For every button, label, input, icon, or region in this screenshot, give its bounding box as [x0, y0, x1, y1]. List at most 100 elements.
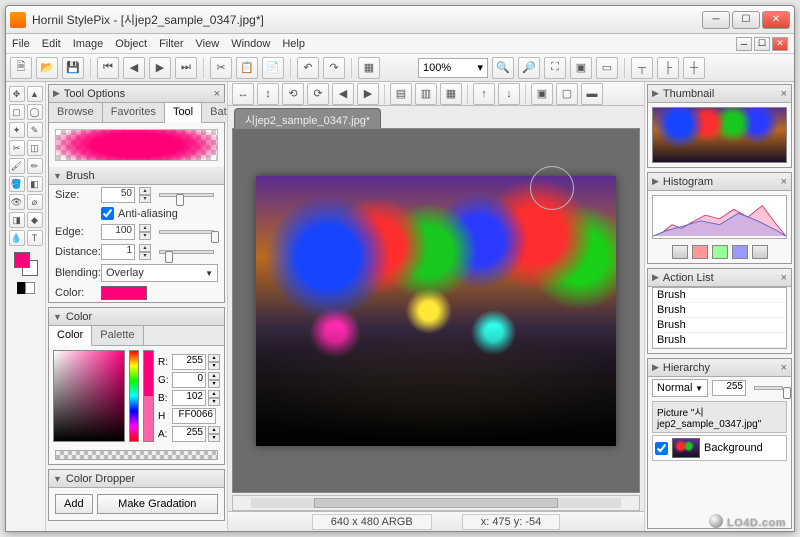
new-button[interactable]: 🗎	[10, 57, 32, 79]
tab-tool[interactable]: Tool	[165, 103, 202, 123]
channel-a-icon[interactable]	[752, 245, 768, 259]
move-tool-icon[interactable]: ✥	[9, 86, 25, 102]
lasso-tool-icon[interactable]: ◯	[27, 104, 43, 120]
rotate-cw-icon[interactable]: ⟳	[307, 83, 329, 105]
horizontal-scrollbar[interactable]	[232, 495, 640, 511]
anti-alias-checkbox[interactable]	[101, 207, 114, 220]
r-spinner[interactable]: ▴▾	[208, 354, 220, 370]
align-center-icon[interactable]: ▥	[415, 83, 437, 105]
channel-r-icon[interactable]	[692, 245, 708, 259]
b-spinner[interactable]: ▴▾	[208, 390, 220, 406]
histogram-close-icon[interactable]: ×	[781, 176, 787, 188]
tab-color[interactable]: Color	[49, 326, 92, 346]
list-item[interactable]: Brush	[653, 333, 786, 348]
guides-button[interactable]: ┼	[683, 57, 705, 79]
cut-button[interactable]: ✂	[210, 57, 232, 79]
size-spinner[interactable]: ▴▾	[139, 187, 151, 203]
menu-object[interactable]: Object	[115, 38, 147, 50]
nav-first-button[interactable]: ⏮	[97, 57, 119, 79]
channel-g-icon[interactable]	[712, 245, 728, 259]
merge-icon[interactable]: ▬	[581, 83, 603, 105]
size-input[interactable]: 50	[101, 187, 135, 203]
zoom-out-button[interactable]: 🔎	[518, 57, 540, 79]
current-color-swatch[interactable]	[143, 350, 154, 442]
list-item[interactable]: Brush	[653, 348, 786, 349]
color-field[interactable]	[53, 350, 125, 442]
mdi-restore-button[interactable]: ☐	[754, 37, 770, 51]
pen-tool-icon[interactable]: ✎	[27, 122, 43, 138]
default-colors-icon[interactable]	[17, 282, 35, 294]
make-gradation-button[interactable]: Make Gradation	[97, 494, 218, 514]
blending-dropdown[interactable]: Overlay▼	[101, 264, 218, 282]
pencil-tool-icon[interactable]: ✏	[27, 158, 43, 174]
color-swatch[interactable]	[14, 252, 38, 276]
minimize-button[interactable]: ─	[702, 11, 730, 29]
mdi-minimize-button[interactable]: ─	[736, 37, 752, 51]
undo-button[interactable]: ↶	[297, 57, 319, 79]
maximize-button[interactable]: ☐	[732, 11, 760, 29]
distance-spinner[interactable]: ▴▾	[139, 244, 151, 260]
ruler-v-button[interactable]: ├	[657, 57, 679, 79]
actual-size-button[interactable]: ▣	[570, 57, 592, 79]
layer-visible-checkbox[interactable]	[655, 442, 668, 455]
edge-slider[interactable]	[159, 230, 214, 234]
wand-tool-icon[interactable]: ✦	[9, 122, 25, 138]
document-tab[interactable]: 시jep2_sample_0347.jpg*	[234, 108, 381, 128]
add-button[interactable]: Add	[55, 494, 93, 514]
blend-mode-dropdown[interactable]: Normal▼	[652, 379, 708, 397]
channel-b-icon[interactable]	[732, 245, 748, 259]
brush-color-chip[interactable]	[101, 286, 147, 300]
list-item[interactable]: Brush	[653, 288, 786, 303]
size-slider[interactable]	[159, 193, 214, 197]
edge-input[interactable]: 100	[101, 224, 135, 240]
fill-tool-icon[interactable]: 🪣	[9, 176, 25, 192]
layer-down-icon[interactable]: ↓	[498, 83, 520, 105]
zoom-dropdown[interactable]: 100%▾	[418, 58, 488, 78]
menu-filter[interactable]: Filter	[159, 38, 183, 50]
list-item[interactable]: Brush	[653, 303, 786, 318]
channel-rgb-icon[interactable]	[672, 245, 688, 259]
hue-slider[interactable]	[129, 350, 139, 442]
edge-spinner[interactable]: ▴▾	[139, 224, 151, 240]
dropper-tool-icon[interactable]: 💧	[9, 230, 25, 246]
redo-button[interactable]: ↷	[323, 57, 345, 79]
clone-tool-icon[interactable]: ⌀	[27, 194, 43, 210]
fit-button[interactable]: ⛶	[544, 57, 566, 79]
marquee-tool-icon[interactable]: ▢	[9, 104, 25, 120]
rotate-left-icon[interactable]: ◀	[332, 83, 354, 105]
flip-h-icon[interactable]: ↔	[232, 83, 254, 105]
canvas-viewport[interactable]	[232, 128, 640, 493]
pointer-tool-icon[interactable]: ▲	[27, 86, 43, 102]
distance-slider[interactable]	[159, 250, 214, 254]
nav-last-button[interactable]: ⏭	[175, 57, 197, 79]
distance-input[interactable]: 1	[101, 244, 135, 260]
menu-help[interactable]: Help	[282, 38, 305, 50]
align-left-icon[interactable]: ▤	[390, 83, 412, 105]
r-input[interactable]: 255	[172, 354, 206, 370]
menu-view[interactable]: View	[196, 38, 220, 50]
align-right-icon[interactable]: ▦	[440, 83, 462, 105]
save-button[interactable]: 💾	[62, 57, 84, 79]
b-input[interactable]: 102	[172, 390, 206, 406]
opacity-input[interactable]: 255	[712, 380, 746, 396]
g-spinner[interactable]: ▴▾	[208, 372, 220, 388]
text-tool-icon[interactable]: T	[27, 230, 43, 246]
mdi-close-button[interactable]: ✕	[772, 37, 788, 51]
transform-tool-icon[interactable]: ◫	[27, 140, 43, 156]
nav-next-button[interactable]: ▶	[149, 57, 171, 79]
nav-prev-button[interactable]: ◀	[123, 57, 145, 79]
grid-button[interactable]: ▦	[358, 57, 380, 79]
g-input[interactable]: 0	[172, 372, 206, 388]
picture-node[interactable]: Picture "시jep2_sample_0347.jpg"	[652, 401, 787, 433]
tab-favorites[interactable]: Favorites	[103, 103, 165, 122]
list-item[interactable]: Brush	[653, 318, 786, 333]
thumbnail-close-icon[interactable]: ×	[781, 88, 787, 100]
menu-window[interactable]: Window	[231, 38, 270, 50]
zoom-in-button[interactable]: 🔍	[492, 57, 514, 79]
brush-tool-icon[interactable]: 🖌	[9, 158, 25, 174]
tab-palette[interactable]: Palette	[92, 326, 143, 345]
ungroup-icon[interactable]: ▢	[556, 83, 578, 105]
gradient-tool-icon[interactable]: ◧	[27, 176, 43, 192]
a-spinner[interactable]: ▴▾	[208, 426, 220, 442]
shape-tool-icon[interactable]: ◆	[27, 212, 43, 228]
